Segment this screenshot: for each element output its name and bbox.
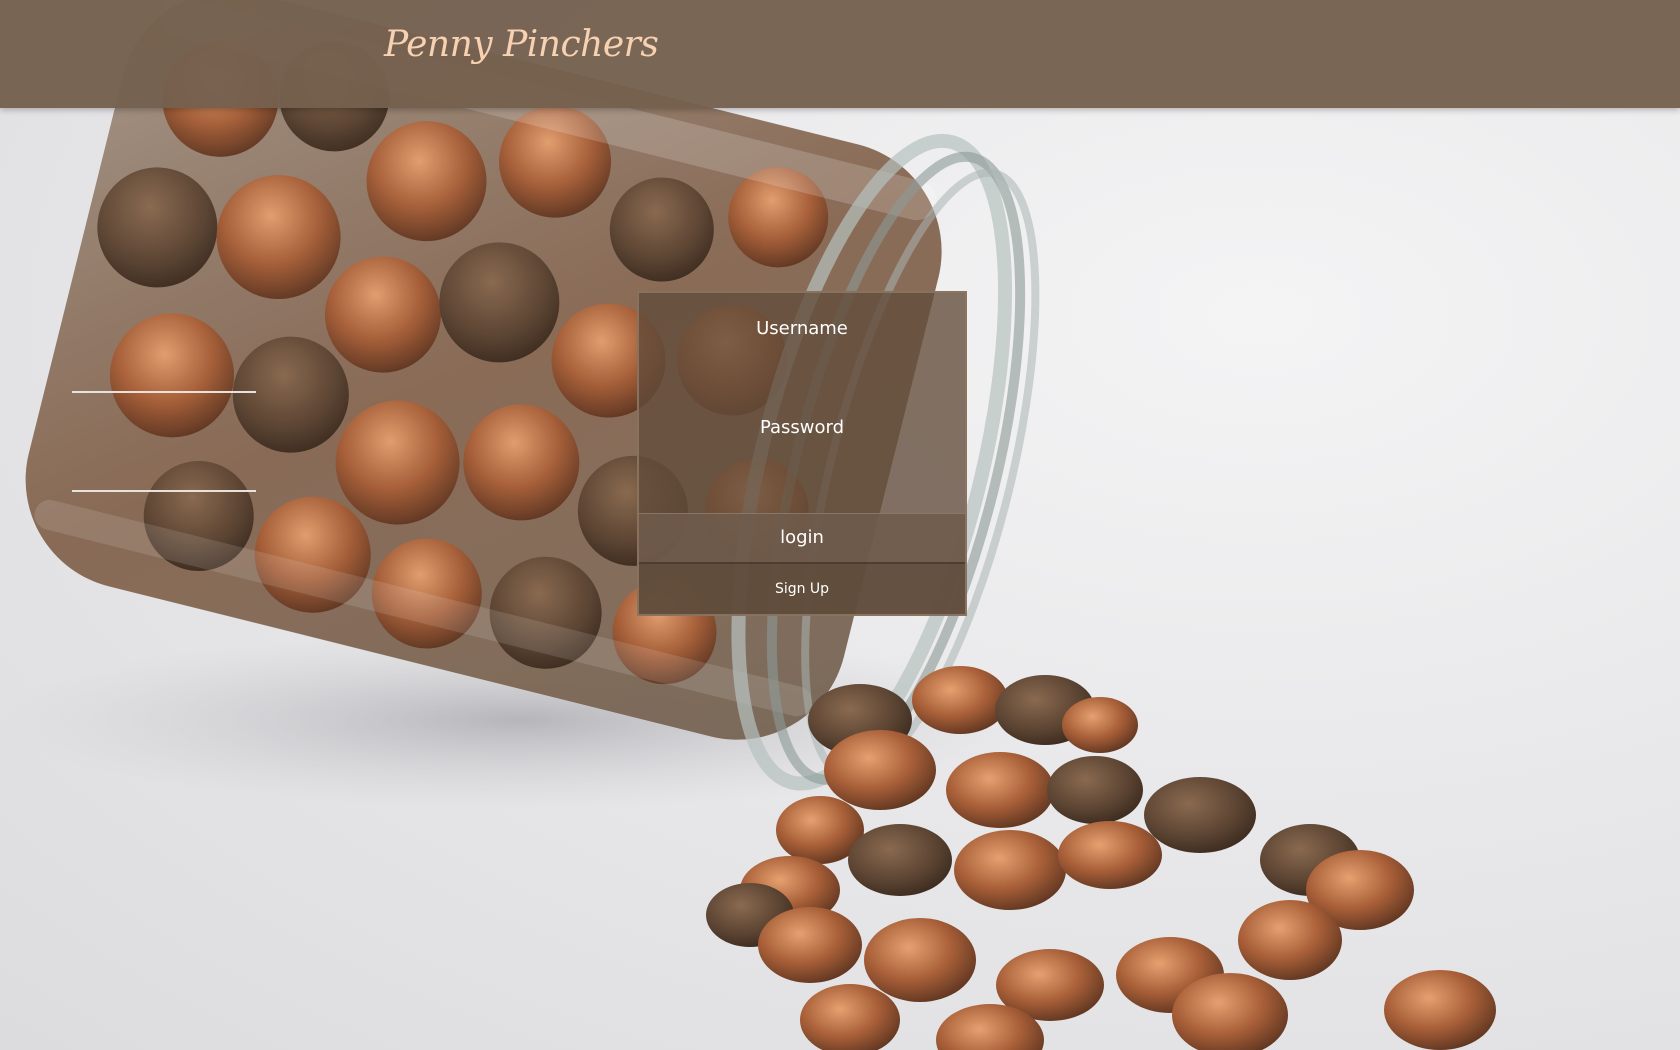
password-label: Password xyxy=(759,417,845,438)
login-panel: Username Password login Sign Up xyxy=(637,291,967,616)
site-logo[interactable]: Penny Pinchers xyxy=(384,24,659,65)
login-page: Penny Pinchers Username Password login S… xyxy=(0,0,1680,1050)
username-input[interactable] xyxy=(72,361,256,393)
password-input[interactable] xyxy=(72,460,256,492)
username-label: Username xyxy=(756,318,848,339)
sign-up-button[interactable]: Sign Up xyxy=(639,564,965,614)
top-header: Penny Pinchers xyxy=(0,0,1680,108)
login-button[interactable]: login xyxy=(639,513,965,564)
